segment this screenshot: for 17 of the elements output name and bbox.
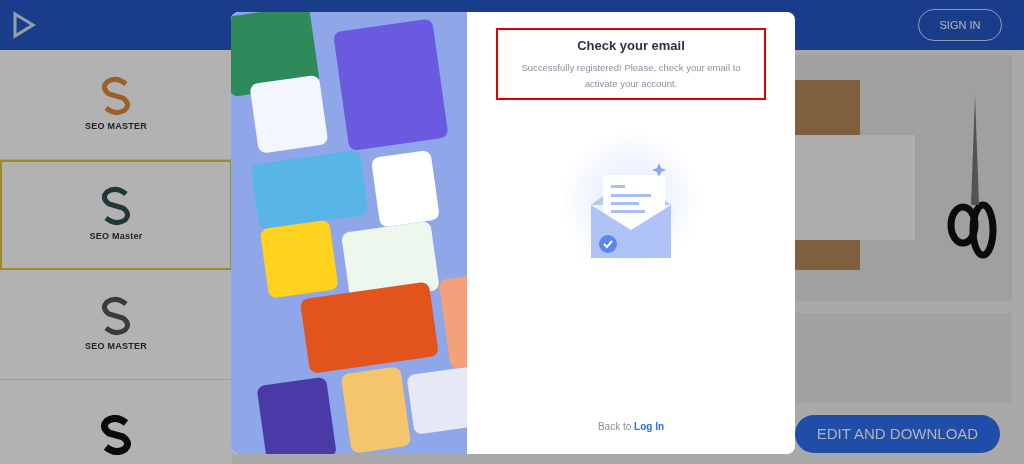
s-logo-icon xyxy=(101,75,131,116)
s-logo-icon xyxy=(101,295,131,336)
s-logo-icon xyxy=(101,414,131,455)
edit-and-download-button[interactable]: EDIT AND DOWNLOAD xyxy=(795,415,1000,453)
logo-card[interactable]: SEO Master xyxy=(0,160,232,270)
play-logo-icon xyxy=(12,11,36,39)
logo-name: SEO MASTER xyxy=(85,119,147,133)
s-logo-icon xyxy=(101,186,131,227)
logo-card[interactable]: SEO MASTER xyxy=(0,270,232,380)
back-to-login-text: Back to Log In xyxy=(597,420,665,434)
dialog-title: Check your email xyxy=(577,37,685,55)
logo-card[interactable]: SEO MASTER xyxy=(0,50,232,160)
log-in-link[interactable]: Log In xyxy=(634,421,665,432)
logo-name: SEO Master xyxy=(89,230,143,244)
logo-name: SEO MASTER xyxy=(85,339,147,353)
logo-card[interactable] xyxy=(0,380,232,464)
dialog-message: Successfully registered! Please, check your email to activate your account. xyxy=(520,60,742,91)
